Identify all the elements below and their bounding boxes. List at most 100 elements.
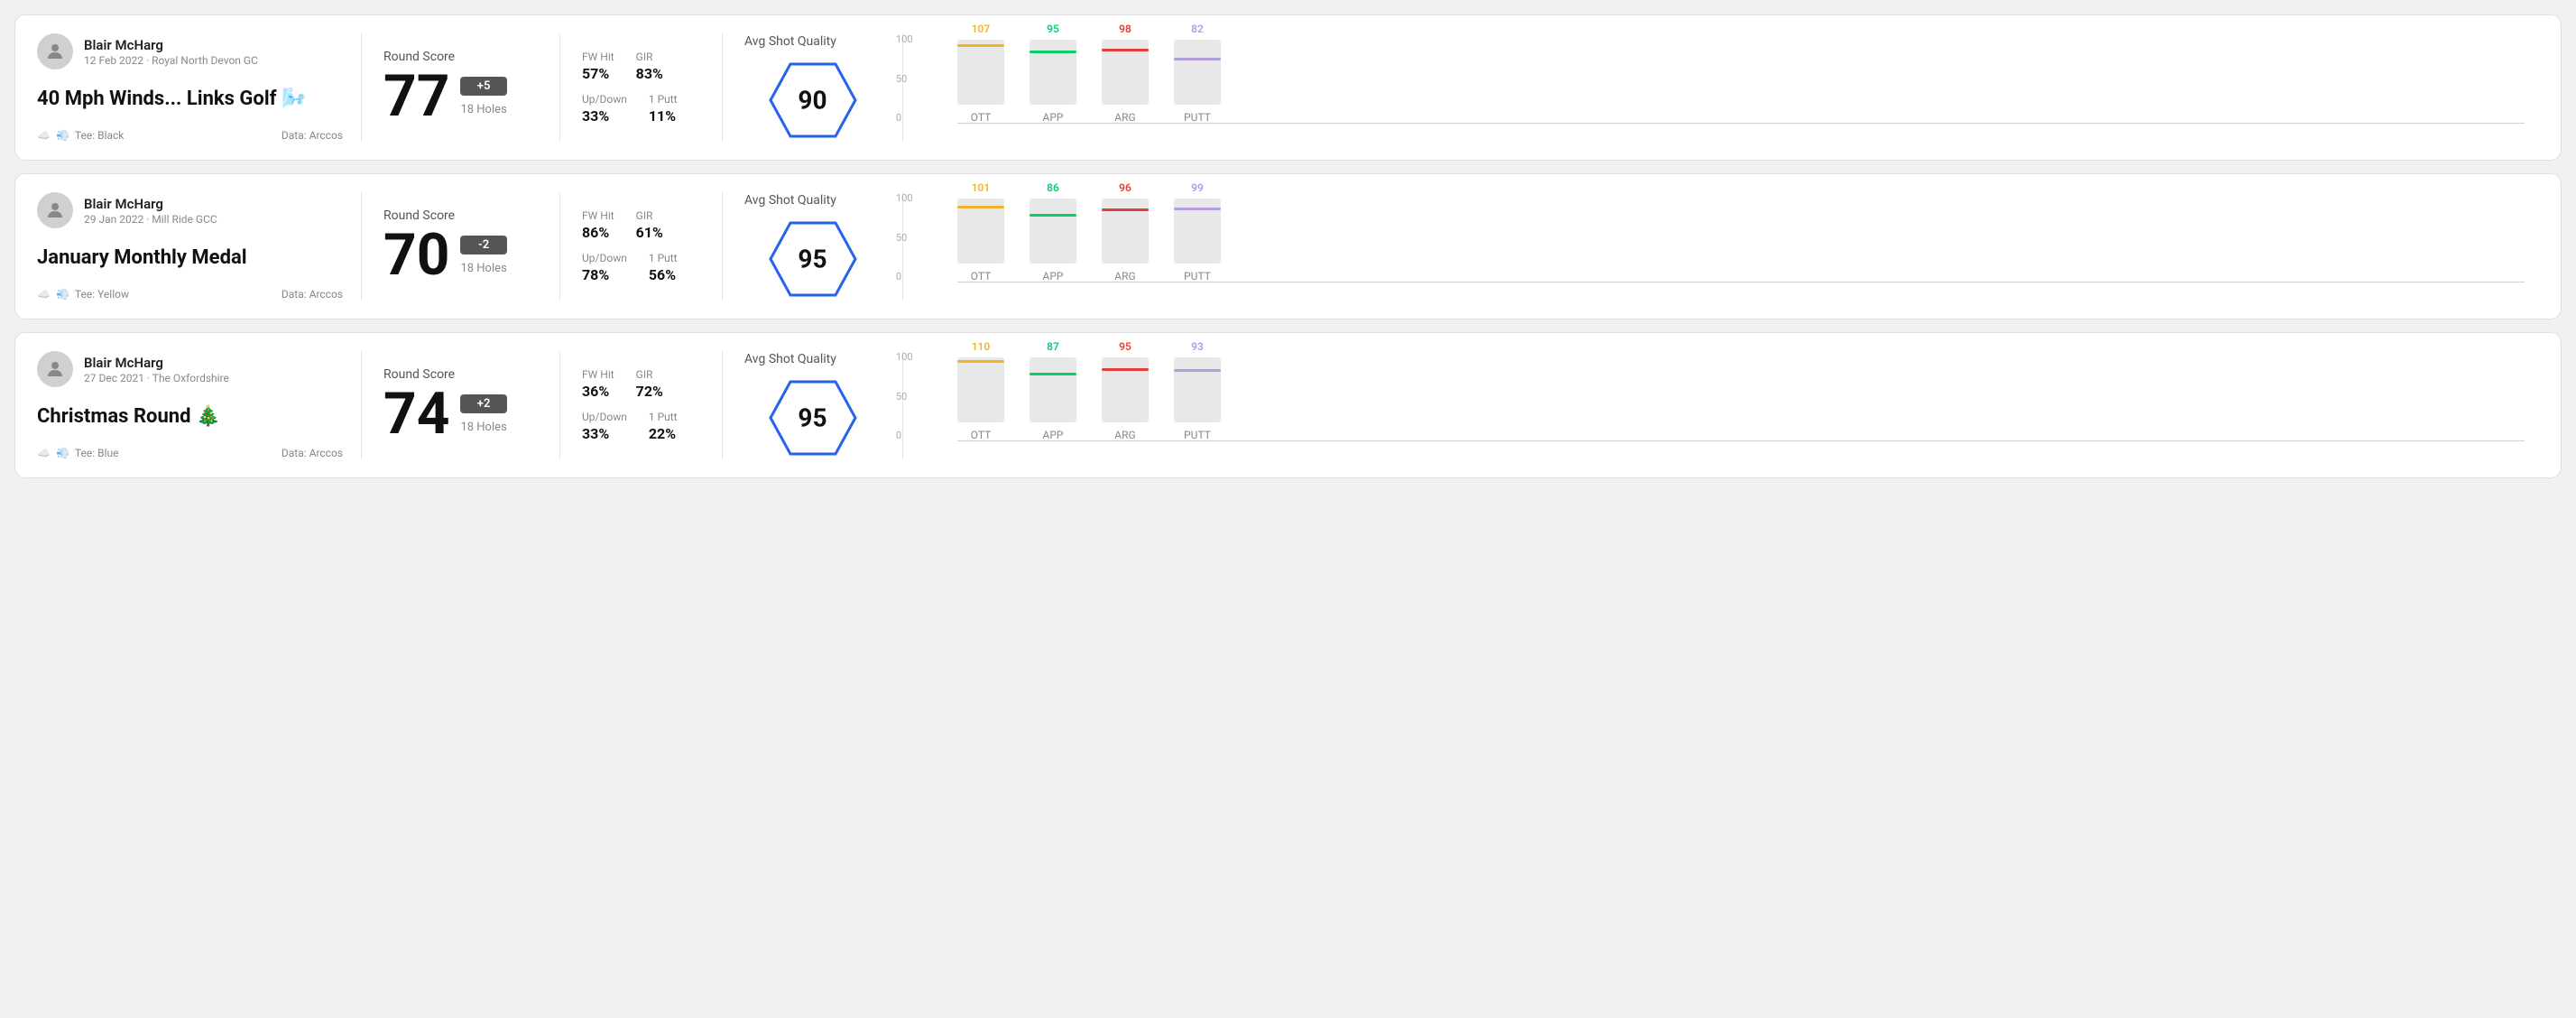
bar-group-app: 87APP: [1029, 340, 1076, 441]
avatar: [37, 33, 73, 69]
user-meta: 29 Jan 2022 · Mill Ride GCC: [84, 213, 217, 226]
fw-hit-value: 57%: [582, 65, 614, 82]
score-section: Round Score70-218 Holes: [362, 192, 560, 301]
score-number: 70: [383, 227, 449, 284]
wind-icon: 💨: [56, 288, 69, 301]
bar-group-app: 86APP: [1029, 181, 1076, 282]
quality-label: Avg Shot Quality: [744, 352, 836, 366]
user-header: Blair McHarg29 Jan 2022 · Mill Ride GCC: [37, 192, 343, 228]
user-info: Blair McHarg29 Jan 2022 · Mill Ride GCC: [84, 196, 217, 226]
round-card-round-1[interactable]: Blair McHarg12 Feb 2022 · Royal North De…: [14, 14, 2562, 161]
user-meta: 12 Feb 2022 · Royal North Devon GC: [84, 54, 258, 67]
score-badge: -2: [460, 236, 506, 255]
hexagon-container: 90: [768, 60, 858, 141]
rounds-list: Blair McHarg12 Feb 2022 · Royal North De…: [14, 14, 2562, 478]
cloud-icon: ☁️: [37, 129, 51, 142]
tee-info: ☁️ 💨 Tee: Black: [37, 129, 124, 142]
stats-bottom-pair: Up/Down78%1 Putt56%: [582, 252, 700, 283]
round-title: 40 Mph Winds... Links Golf 🌬️: [37, 88, 343, 110]
score-section: Round Score74+218 Holes: [362, 351, 560, 459]
user-header: Blair McHarg27 Dec 2021 · The Oxfordshir…: [37, 351, 343, 387]
tee-label: Tee: Blue: [75, 447, 119, 459]
round-left-section: Blair McHarg12 Feb 2022 · Royal North De…: [37, 33, 362, 142]
stats-top-pair: FW Hit 36% GIR 72%: [582, 368, 700, 400]
round-title: January Monthly Medal: [37, 246, 343, 269]
stats-section: FW Hit 36% GIR 72% Up/Down33% 1 Putt 22%: [560, 351, 723, 459]
score-detail: +518 Holes: [460, 77, 506, 116]
user-name: Blair McHarg: [84, 37, 258, 53]
fw-hit-label: FW Hit: [582, 368, 614, 381]
score-row: 77 +518 Holes: [383, 68, 538, 125]
quality-score: 95: [798, 403, 826, 433]
hexagon-container: 95: [768, 377, 858, 458]
bar-chart-container: 100500107OTT95APP98ARG82PUTT: [925, 33, 2525, 142]
bar-chart-container: 100500110OTT87APP95ARG93PUTT: [925, 351, 2525, 459]
updown-value: 33%: [582, 107, 627, 125]
chart-section: 100500110OTT87APP95ARG93PUTT: [903, 351, 2539, 459]
wind-icon: 💨: [56, 129, 69, 142]
cloud-icon: ☁️: [37, 288, 51, 301]
quality-score: 90: [798, 86, 826, 116]
tee-info: ☁️ 💨 Tee: Blue: [37, 447, 118, 459]
fw-hit-label: FW Hit: [582, 209, 614, 222]
avatar: [37, 192, 73, 228]
score-badge: +2: [460, 394, 506, 413]
wind-icon: 💨: [56, 447, 69, 459]
quality-section: Avg Shot Quality 95: [723, 192, 903, 301]
bar-group-ott: 110OTT: [957, 340, 1004, 441]
fw-hit-stat: FW Hit 57%: [582, 51, 614, 82]
gir-label: GIR: [636, 51, 663, 63]
quality-score: 95: [798, 245, 826, 274]
fw-hit-value: 86%: [582, 224, 614, 241]
updown-stat: Up/Down78%: [582, 252, 627, 283]
putt-label: 1 Putt: [649, 411, 678, 423]
round-left-section: Blair McHarg27 Dec 2021 · The Oxfordshir…: [37, 351, 362, 459]
gir-label: GIR: [636, 368, 663, 381]
bar-chart-container: 100500101OTT86APP96ARG99PUTT: [925, 192, 2525, 301]
gir-value: 72%: [636, 383, 663, 400]
putt-value: 22%: [649, 425, 678, 442]
updown-stat: Up/Down33%: [582, 411, 627, 442]
bar-group-app: 95APP: [1029, 23, 1076, 124]
bar-group-ott: 107OTT: [957, 23, 1004, 124]
tee-info: ☁️ 💨 Tee: Yellow: [37, 288, 129, 301]
round-footer: ☁️ 💨 Tee: Blue Data: Arccos: [37, 447, 343, 459]
updown-value: 78%: [582, 266, 627, 283]
round-card-round-2[interactable]: Blair McHarg29 Jan 2022 · Mill Ride GCC J…: [14, 173, 2562, 319]
stats-bottom-pair: Up/Down33%1 Putt11%: [582, 93, 700, 125]
quality-section: Avg Shot Quality 95: [723, 351, 903, 459]
bar-group-ott: 101OTT: [957, 181, 1004, 282]
gir-stat: GIR61%: [636, 209, 663, 241]
putt-label: 1 Putt: [649, 93, 678, 106]
quality-label: Avg Shot Quality: [744, 193, 836, 208]
user-name: Blair McHarg: [84, 196, 217, 212]
score-number: 77: [383, 68, 449, 125]
bar-group-putt: 93PUTT: [1174, 340, 1221, 441]
tee-label: Tee: Black: [75, 129, 124, 142]
user-info: Blair McHarg12 Feb 2022 · Royal North De…: [84, 37, 258, 67]
bar-group-putt: 99PUTT: [1174, 181, 1221, 282]
score-number: 74: [383, 385, 449, 443]
avatar: [37, 351, 73, 387]
fw-hit-stat: FW Hit 86%: [582, 209, 614, 241]
quality-section: Avg Shot Quality 90: [723, 33, 903, 142]
fw-hit-value: 36%: [582, 383, 614, 400]
tee-label: Tee: Yellow: [75, 288, 129, 301]
quality-label: Avg Shot Quality: [744, 34, 836, 49]
stats-top-pair: FW Hit 86% GIR61%: [582, 209, 700, 241]
stats-bottom-pair: Up/Down33% 1 Putt 22%: [582, 411, 700, 442]
round-left-section: Blair McHarg29 Jan 2022 · Mill Ride GCC J…: [37, 192, 362, 301]
bar-group-arg: 98ARG: [1102, 23, 1149, 124]
stats-section: FW Hit 86% GIR61% Up/Down78%1 Putt56%: [560, 192, 723, 301]
user-header: Blair McHarg12 Feb 2022 · Royal North De…: [37, 33, 343, 69]
chart-section: 100500101OTT86APP96ARG99PUTT: [903, 192, 2539, 301]
fw-hit-label: FW Hit: [582, 51, 614, 63]
bar-group-arg: 95ARG: [1102, 340, 1149, 441]
data-source: Data: Arccos: [282, 447, 343, 459]
putt-value: 56%: [649, 266, 678, 283]
round-card-round-3[interactable]: Blair McHarg27 Dec 2021 · The Oxfordshir…: [14, 332, 2562, 478]
gir-label: GIR: [636, 209, 663, 222]
score-holes: 18 Holes: [460, 103, 506, 116]
round-footer: ☁️ 💨 Tee: YellowData: Arccos: [37, 288, 343, 301]
putt-stat: 1 Putt 22%: [649, 411, 678, 442]
